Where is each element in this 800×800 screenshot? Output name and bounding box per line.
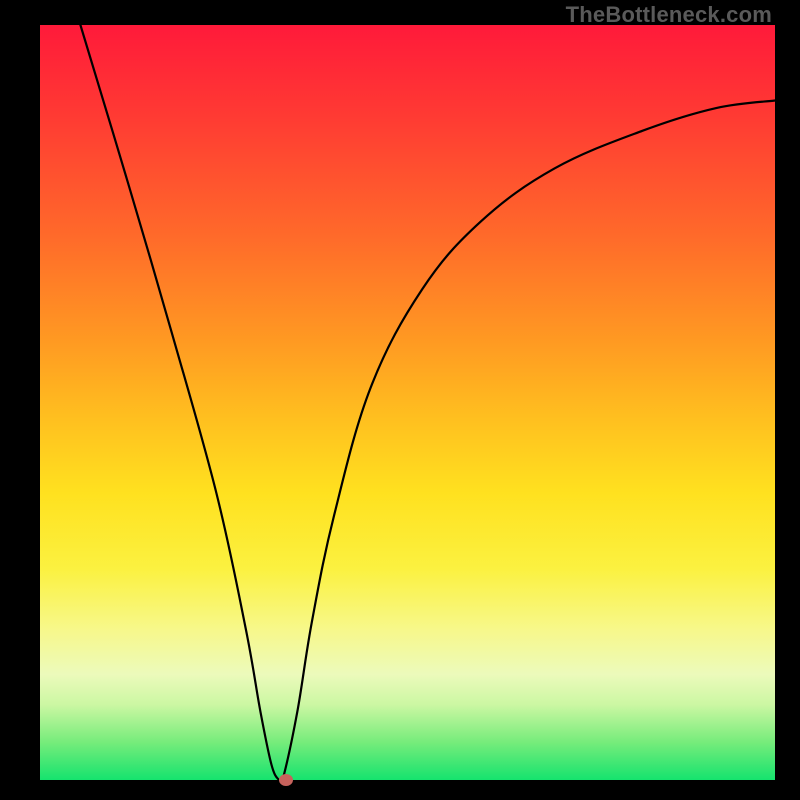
minimum-marker	[279, 774, 293, 786]
plot-area	[40, 25, 775, 780]
bottleneck-curve	[40, 25, 775, 780]
chart-frame: TheBottleneck.com	[0, 0, 800, 800]
